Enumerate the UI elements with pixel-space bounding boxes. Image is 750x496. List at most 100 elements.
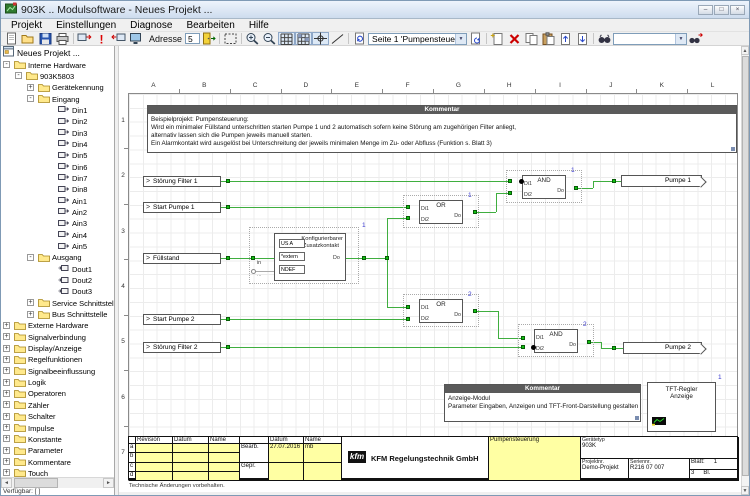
tree-item-din2[interactable]: Din2	[1, 116, 114, 127]
tree-item-din6[interactable]: Din6	[1, 161, 114, 172]
tree-item-gerätekennung[interactable]: + Gerätekennung	[1, 82, 114, 93]
expand-toggle-icon[interactable]: +	[27, 299, 34, 307]
tree-item-bus-schnittstelle[interactable]: + Bus Schnittstelle	[1, 309, 114, 320]
menu-projekt[interactable]: Projekt	[4, 20, 49, 31]
paste-button[interactable]	[540, 32, 557, 45]
tree-item-din4[interactable]: Din4	[1, 138, 114, 149]
menu-bearbeiten[interactable]: Bearbeiten	[179, 20, 241, 31]
tree-item-konstante[interactable]: + Konstante	[1, 433, 114, 444]
tree-item-903k5803[interactable]: - 903K5803	[1, 70, 114, 81]
reload-page-button[interactable]	[351, 32, 368, 45]
expand-toggle-icon[interactable]: +	[3, 401, 10, 409]
param-field[interactable]: *extern	[279, 252, 305, 261]
input-tag-start-pumpe-2[interactable]: Start Pumpe 2	[143, 314, 221, 325]
tree-item-logik[interactable]: + Logik	[1, 377, 114, 388]
exit-online-button[interactable]	[200, 32, 217, 45]
tree-item-din3[interactable]: Din3	[1, 127, 114, 138]
tree-item-dout3[interactable]: Dout3	[1, 286, 114, 297]
raster-toggle-button[interactable]	[295, 32, 313, 45]
expand-toggle-icon[interactable]: +	[3, 355, 10, 363]
tree-item-kommentare[interactable]: + Kommentare	[1, 456, 114, 467]
page-properties-button[interactable]	[467, 32, 484, 45]
stop-transfer-button[interactable]: !	[93, 32, 110, 46]
output-tag-pumpe-2[interactable]: Pumpe 2	[623, 342, 702, 354]
comment-box-1[interactable]: Kommentar Beispielprojekt: Pumpensteueru…	[147, 105, 737, 153]
download-to-device-button[interactable]	[76, 32, 93, 45]
tree-item-din5[interactable]: Din5	[1, 150, 114, 161]
scrollbar-thumb[interactable]	[742, 56, 749, 476]
tft-regler-block[interactable]: TFT-Regler Anzeige	[647, 382, 716, 432]
input-tag-störung-filter-2[interactable]: Störung Filter 2	[143, 342, 221, 353]
find-button[interactable]	[596, 32, 613, 45]
tree-item-impulse[interactable]: + Impulse	[1, 422, 114, 433]
expand-toggle-icon[interactable]: +	[27, 83, 34, 91]
tree-item-schalter[interactable]: + Schalter	[1, 411, 114, 422]
delete-page-button[interactable]	[506, 32, 523, 45]
expand-toggle-icon[interactable]: -	[27, 253, 34, 261]
tree-item-ain4[interactable]: Ain4	[1, 229, 114, 240]
expand-toggle-icon[interactable]: -	[15, 72, 22, 80]
line-tool-button[interactable]	[329, 32, 346, 45]
expand-toggle-icon[interactable]: +	[3, 469, 10, 477]
tree-item-regelfunktionen[interactable]: + Regelfunktionen	[1, 354, 114, 365]
scroll-left-icon[interactable]: ◄	[1, 478, 12, 488]
expand-toggle-icon[interactable]: +	[3, 321, 10, 329]
new-page-button[interactable]	[489, 32, 506, 45]
scrollbar-thumb[interactable]	[14, 478, 58, 488]
tree-item-dout1[interactable]: Dout1	[1, 263, 114, 274]
tree-item-parameter[interactable]: + Parameter	[1, 445, 114, 456]
input-tag-störung-filter-1[interactable]: Störung Filter 1	[143, 176, 221, 187]
page-back-button[interactable]	[557, 32, 574, 45]
comment-box-2[interactable]: Kommentar Anzeige-Modul Parameter Eingab…	[444, 384, 641, 422]
expand-toggle-icon[interactable]: +	[3, 424, 10, 431]
close-button[interactable]: ×	[730, 4, 745, 15]
expand-toggle-icon[interactable]: +	[3, 344, 10, 352]
save-file-button[interactable]	[37, 32, 54, 45]
tree-item-dout2[interactable]: Dout2	[1, 275, 114, 286]
tree-item-service-schnittstelle[interactable]: + Service Schnittstelle	[1, 297, 114, 308]
tree-item-din7[interactable]: Din7	[1, 172, 114, 183]
scroll-down-icon[interactable]: ▼	[741, 486, 749, 495]
input-tag-start-pumpe-1[interactable]: Start Pumpe 1	[143, 202, 221, 213]
tree-item-externe-hardware[interactable]: + Externe Hardware	[1, 320, 114, 331]
maximize-button[interactable]: □	[714, 4, 729, 15]
gate-and-1[interactable]: AND Di1 Di2 Do	[522, 175, 566, 199]
menu-einstellungen[interactable]: Einstellungen	[49, 20, 123, 31]
tree-item-eingang[interactable]: - Eingang	[1, 93, 114, 104]
select-tool-button[interactable]	[222, 32, 239, 45]
tree-item-operatoren[interactable]: + Operatoren	[1, 388, 114, 399]
gate-or-2[interactable]: OR Di1 Di2 Do	[419, 299, 463, 323]
expand-toggle-icon[interactable]: +	[3, 458, 10, 466]
adresse-input[interactable]	[185, 33, 201, 44]
tree-item-ausgang[interactable]: - Ausgang	[1, 252, 114, 263]
expand-toggle-icon[interactable]: +	[3, 367, 10, 375]
expand-toggle-icon[interactable]: +	[3, 446, 10, 454]
param-field[interactable]: NDEF	[279, 265, 305, 274]
project-header[interactable]: Neues Projekt ...	[1, 46, 114, 59]
find-next-button[interactable]	[687, 32, 704, 45]
new-file-button[interactable]	[3, 32, 20, 45]
tree-item-zähler[interactable]: + Zähler	[1, 399, 114, 410]
grid-toggle-button[interactable]	[278, 32, 296, 45]
tree-item-ain5[interactable]: Ain5	[1, 241, 114, 252]
expand-toggle-icon[interactable]: +	[3, 435, 10, 443]
param-field[interactable]: US A	[279, 239, 305, 248]
tree-item-interne-hardware[interactable]: - Interne Hardware	[1, 59, 114, 70]
copy-button[interactable]	[523, 32, 540, 45]
chevron-down-icon[interactable]: ▼	[455, 33, 467, 44]
find-input[interactable]: ▼	[613, 32, 688, 45]
tree-item-signalbeeinflussung[interactable]: + Signalbeeinflussung	[1, 365, 114, 376]
expand-toggle-icon[interactable]: -	[3, 61, 10, 68]
tree-item-signalverbindung[interactable]: + Signalverbindung	[1, 331, 114, 342]
tree-item-ain1[interactable]: Ain1	[1, 195, 114, 206]
page-select[interactable]: Seite 1 'Pumpensteuerung' ▼	[368, 32, 468, 45]
tree-hscrollbar[interactable]: ◄ ►	[1, 477, 114, 488]
tree-item-display-anzeige[interactable]: + Display/Anzeige	[1, 343, 114, 354]
expand-toggle-icon[interactable]: +	[3, 389, 10, 397]
tree-item-din8[interactable]: Din8	[1, 184, 114, 195]
gate-or-1[interactable]: OR Di1 Di2 Do	[419, 200, 463, 224]
resize-handle[interactable]	[635, 416, 639, 420]
minimize-button[interactable]: –	[698, 4, 713, 15]
zoom-in-button[interactable]	[244, 32, 261, 45]
online-monitor-button[interactable]	[127, 32, 144, 45]
